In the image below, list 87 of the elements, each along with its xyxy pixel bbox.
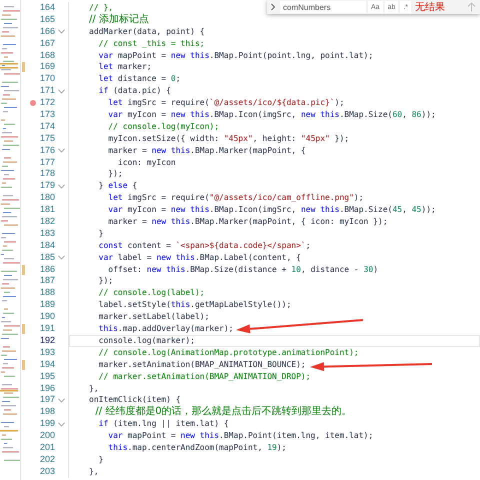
code-line: var label = new this.BMap.Label(content, { (68, 252, 480, 264)
code-line: } (68, 454, 480, 466)
code-line: // console.log(label); (68, 287, 480, 300)
expand-chevron-icon[interactable] (270, 3, 276, 11)
line-number: 192 (38, 334, 55, 347)
line-number: 183 (38, 228, 55, 240)
breakpoint-icon[interactable] (30, 100, 36, 106)
code-line: label.setStyle(this.getMapLabelStyle()); (68, 299, 480, 312)
previous-match-icon[interactable] (467, 2, 476, 12)
code-line: this.map.centerAndZoom(mapPoint, 19); (68, 442, 480, 454)
line-number: 178 (38, 168, 55, 180)
line-number: 203 (38, 466, 55, 478)
line-number: 171 (38, 85, 55, 98)
fold-chevron-icon[interactable] (58, 184, 65, 189)
line-number: 199 (38, 418, 55, 430)
code-line: // console.log(myIcon); (68, 120, 480, 133)
line-number: 169 (38, 61, 55, 74)
code-line: var mapPoint = new this.BMap.Point(item.lng, item.lat); (68, 430, 480, 442)
code-line: console.log(marker); (68, 334, 480, 347)
line-number: 185 (38, 252, 55, 264)
code-line: if (item.lng || item.lat) { (68, 418, 480, 430)
fold-chevron-icon[interactable] (58, 422, 65, 427)
find-result: 无结果 (415, 0, 446, 14)
code-line: // const _this = this; (68, 38, 480, 50)
code-line: var mapPoint = new this.BMap.Point(point.lng, point.lat); (68, 50, 480, 62)
code-line: onItemClick(item) { (68, 394, 480, 406)
line-number: 177 (38, 156, 55, 168)
code-line: }); (68, 168, 480, 180)
line-number: 191 (38, 323, 55, 335)
line-number: 202 (38, 454, 55, 466)
line-number: 195 (38, 370, 55, 383)
line-number: 176 (38, 144, 55, 157)
code-line: let marker; (68, 61, 480, 74)
code-line: }, (68, 466, 480, 478)
line-number: 200 (38, 430, 55, 442)
code-line: // console.log(AnimationMap.prototype.animationPoint); (68, 346, 480, 359)
line-number: 194 (38, 358, 55, 371)
line-number: 180 (38, 192, 55, 204)
line-number: 188 (38, 287, 55, 300)
line-number: 186 (38, 264, 55, 276)
line-number: 198 (38, 406, 55, 418)
code-line: } (68, 228, 480, 240)
fold-chevron-icon[interactable] (58, 398, 65, 403)
line-number: 164 (38, 2, 55, 14)
code-line: if (data.pic) { (68, 85, 480, 98)
line-number: 182 (38, 216, 55, 228)
code-line: myIcon.setSize({ width: "45px", height: "45px" }); (68, 132, 480, 145)
code-line: const content = `<span>${data.code}</span>`; (68, 240, 480, 252)
line-number: 193 (38, 346, 55, 359)
line-number: 197 (38, 394, 55, 406)
line-number: 184 (38, 240, 55, 252)
fold-chevron-icon[interactable] (58, 255, 65, 260)
code-line: marker = new this.BMap.Marker(mapPoint, { (68, 144, 480, 157)
code-line: var myIcon = new this.BMap.Icon(imgSrc, new this.BMap.Size(45, 45)); (68, 204, 480, 216)
code-line: icon: myIcon (68, 156, 480, 168)
line-number: 187 (38, 275, 55, 288)
line-number: 175 (38, 132, 55, 145)
line-number: 166 (38, 26, 55, 38)
code-line: } else { (68, 180, 480, 192)
line-number: 190 (38, 311, 55, 324)
code-line: let imgSrc = require(`@/assets/ico/${data.pic}`); (68, 97, 480, 110)
code-line: addMarker(data, point) { (68, 26, 480, 38)
line-number: 189 (38, 299, 55, 312)
code-line: }); (68, 275, 480, 288)
line-number: 181 (38, 204, 55, 216)
line-number: 172 (38, 97, 55, 110)
code-line: var myIcon = new this.BMap.Icon(imgSrc, new this.BMap.Size(60, 86)); (68, 109, 480, 121)
code-line: marker.setLabel(label); (68, 311, 480, 324)
code-line: // 经纬度都是0的话，那么就是点击后不跳转到那里去的。 (68, 406, 480, 418)
code-line: }, (68, 382, 480, 394)
code-line: offset: new this.BMap.Size(distance + 10, distance - 30) (68, 264, 480, 276)
line-number: 173 (38, 109, 55, 121)
line-number: 167 (38, 38, 55, 50)
fold-chevron-icon[interactable] (58, 148, 65, 154)
line-number: 174 (38, 120, 55, 133)
line-number: 179 (38, 180, 55, 192)
line-number: 170 (38, 73, 55, 86)
fold-chevron-icon[interactable] (58, 88, 65, 94)
code-line: marker = new this.BMap.Marker(mapPoint, { icon: myIcon }); (68, 216, 480, 228)
code-line: let imgSrc = require("@/assets/ico/cam_offline.png"); (68, 192, 480, 204)
fold-chevron-icon[interactable] (58, 29, 65, 34)
find-input[interactable]: comNumbers (280, 1, 366, 13)
line-number: 165 (38, 14, 55, 26)
code-line: let distance = 0; (68, 73, 480, 86)
line-number: 201 (38, 442, 55, 454)
line-number: 196 (38, 382, 55, 394)
line-number: 168 (38, 50, 55, 62)
